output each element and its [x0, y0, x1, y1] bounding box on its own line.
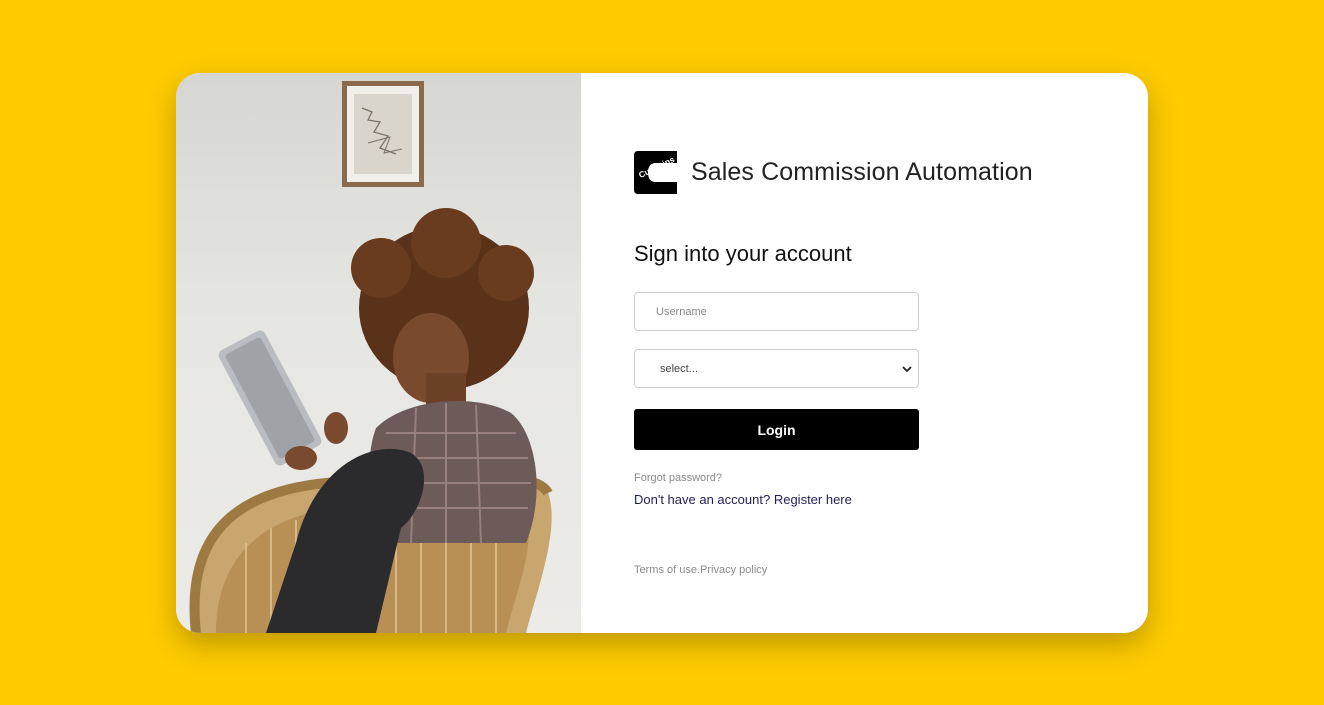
woman-reading-tablet-illustration [189, 81, 553, 633]
terms-link[interactable]: Terms of use. [634, 564, 700, 576]
chevron-down-icon [902, 365, 912, 372]
app-title: Sales Commission Automation [691, 158, 1033, 186]
register-question: Don't have an account? [634, 492, 771, 507]
login-button[interactable]: Login [634, 409, 919, 450]
cummins-logo-icon: Cummins [634, 151, 677, 194]
privacy-link[interactable]: Privacy policy [700, 564, 767, 576]
page-title: Sign into your account [634, 241, 852, 266]
login-panel: Cummins Sales Commission Automation Sign… [581, 73, 1148, 633]
forgot-password-link[interactable]: Forgot password? [634, 472, 722, 484]
hero-photo [176, 73, 581, 633]
legal-links: Terms of use.Privacy policy [634, 564, 767, 576]
role-select[interactable]: select... [634, 349, 919, 388]
register-link[interactable]: Register here [774, 492, 852, 507]
role-select-value: select... [660, 362, 698, 375]
brand-header: Cummins Sales Commission Automation [634, 151, 1033, 194]
login-card: Cummins Sales Commission Automation Sign… [176, 73, 1148, 633]
register-prompt: Don't have an account? Register here [634, 492, 852, 507]
username-input[interactable] [634, 292, 919, 331]
